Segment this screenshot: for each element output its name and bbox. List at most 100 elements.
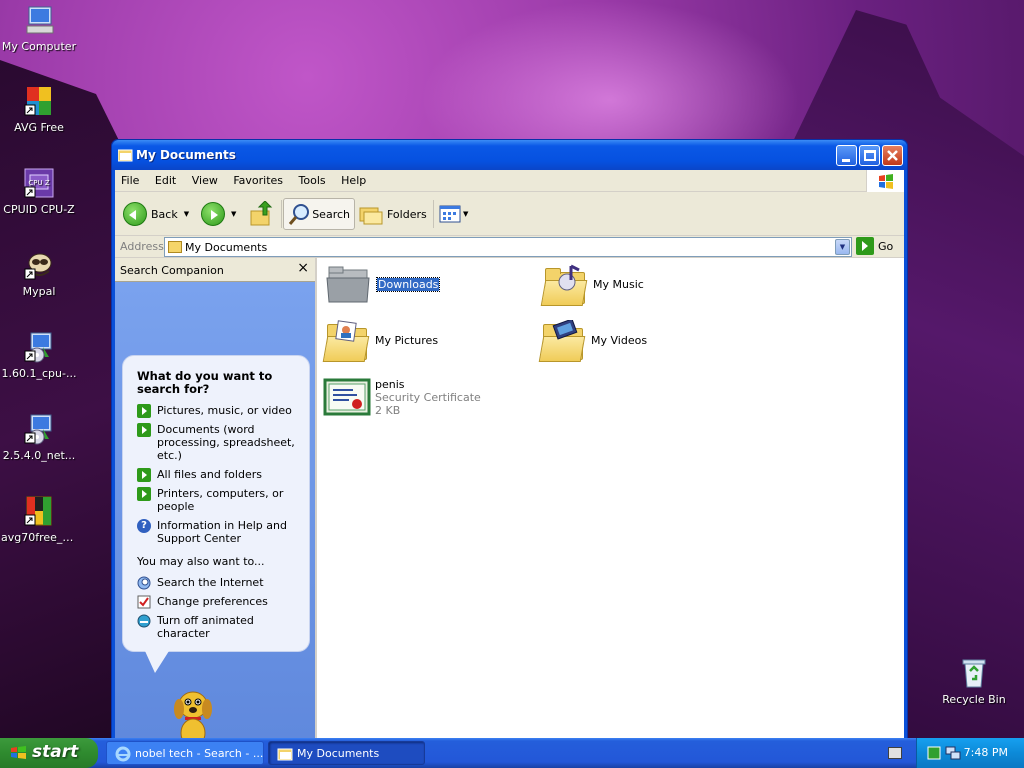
file-size: 2 KB [375, 404, 401, 417]
turn-off-character-link[interactable]: Turn off animated character [137, 614, 297, 640]
system-tray: 7:48 PM [916, 738, 1024, 768]
file-item-label: My Music [593, 278, 644, 291]
close-icon[interactable]: × [297, 260, 309, 276]
search-option-help[interactable]: ? Information in Help and Support Center [137, 519, 297, 545]
cpuz-badge-text: CPU Z [28, 179, 49, 187]
pictures-folder-icon [322, 320, 371, 364]
desktop-icon-mypal[interactable]: Mypal [1, 249, 77, 298]
taskbar-item-my-documents[interactable]: My Documents [268, 741, 425, 765]
folders-button[interactable]: Folders [359, 198, 427, 230]
file-item-certificate[interactable]: penis Security Certificate 2 KB [323, 376, 481, 420]
videos-folder-icon [538, 320, 587, 364]
desktop-icon-label: Mypal [22, 285, 56, 298]
address-input[interactable]: My Documents ▼ [164, 237, 852, 257]
up-folder-button[interactable] [249, 198, 275, 230]
my-documents-window[interactable]: My Documents File Edit View Favorites To… [111, 139, 908, 754]
file-item-label: My Pictures [375, 334, 439, 347]
installer-icon [23, 413, 55, 445]
menu-favorites[interactable]: Favorites [227, 170, 289, 187]
desktop-icon-recycle-bin[interactable]: Recycle Bin [936, 657, 1012, 706]
file-item-my-videos[interactable]: My Videos [538, 320, 647, 364]
go-label: Go [878, 239, 894, 253]
installer-icon [23, 331, 55, 363]
search-option-label: Information in Help and Support Center [157, 519, 287, 545]
desktop-icon-net-installer[interactable]: 2.5.4.0_net... [1, 413, 77, 462]
menu-tools[interactable]: Tools [293, 170, 332, 187]
desktop-icon-label: My Computer [1, 40, 77, 53]
internet-explorer-icon [115, 746, 131, 762]
taskbar-item-label: My Documents [297, 747, 380, 760]
avg-installer-icon [23, 495, 55, 527]
taskbar-item-browser[interactable]: nobel tech - Search - ... [106, 741, 264, 765]
file-type: Security Certificate [375, 391, 481, 404]
search-option-media[interactable]: Pictures, music, or video [137, 404, 297, 418]
start-button[interactable]: start [0, 738, 98, 768]
folder-icon [168, 241, 182, 253]
search-option-all-files[interactable]: All files and folders [137, 468, 297, 482]
search-companion-title: Search Companion [120, 264, 224, 277]
cpuz-icon: CPU Z [23, 167, 55, 199]
also-option-label: Change preferences [157, 595, 268, 608]
desktop-icon-my-computer[interactable]: My Computer [1, 4, 77, 53]
desktop-icon-cpuz[interactable]: CPU Z CPUID CPU-Z [1, 167, 77, 216]
desktop-icon-avg-free[interactable]: AVG Free [1, 85, 77, 134]
search-companion-pane: Search Companion × What do you want to s… [115, 258, 315, 754]
desktop-icon-avg-installer[interactable]: avg70free_2... [1, 495, 77, 544]
file-item-my-pictures[interactable]: My Pictures [322, 320, 439, 364]
arrow-right-icon [137, 468, 151, 482]
menu-edit[interactable]: Edit [149, 170, 182, 187]
avg-tray-icon[interactable] [927, 746, 941, 760]
file-item-label: penis [375, 378, 405, 391]
go-arrow-icon [856, 237, 874, 255]
help-icon: ? [137, 519, 151, 533]
chevron-down-icon[interactable]: ▼ [463, 210, 468, 218]
window-title: My Documents [136, 148, 236, 162]
forward-button[interactable]: ▼ [201, 198, 236, 230]
address-dropdown-button[interactable]: ▼ [835, 239, 850, 255]
search-option-printers[interactable]: Printers, computers, or people [137, 487, 297, 513]
views-button[interactable]: ▼ [439, 198, 468, 230]
search-option-label: All files and folders [157, 468, 262, 481]
keyboard-icon[interactable] [888, 747, 902, 759]
clock[interactable]: 7:48 PM [964, 746, 1008, 759]
recycle-bin-icon [958, 657, 990, 689]
go-button[interactable]: Go [856, 237, 893, 255]
file-item-downloads[interactable]: Downloads [325, 264, 441, 308]
address-value: My Documents [185, 241, 268, 254]
title-bar[interactable]: My Documents [112, 140, 907, 170]
back-label: Back [151, 207, 178, 221]
maximize-button[interactable] [859, 145, 880, 166]
minimize-button[interactable] [836, 145, 857, 166]
menu-view[interactable]: View [186, 170, 224, 187]
desktop-icon-label: CPUID CPU-Z [3, 203, 75, 216]
network-icon[interactable] [945, 746, 961, 760]
computer-icon [23, 4, 55, 36]
toolbar: Back ▼ ▼ Search Folders ▼ [115, 192, 904, 236]
back-arrow-icon [123, 202, 147, 226]
certificate-icon [323, 376, 371, 420]
search-internet-icon [137, 576, 151, 590]
forward-arrow-icon [201, 202, 225, 226]
back-button[interactable]: Back ▼ [123, 198, 189, 230]
search-icon [288, 204, 309, 225]
menu-help[interactable]: Help [335, 170, 372, 187]
mypal-icon [23, 249, 55, 281]
folder-icon [277, 748, 293, 761]
search-internet-link[interactable]: Search the Internet [137, 576, 297, 590]
file-item-label: Downloads [375, 277, 441, 292]
change-preferences-link[interactable]: Change preferences [137, 595, 297, 609]
search-option-documents[interactable]: Documents (word processing, spreadsheet,… [137, 423, 297, 462]
windows-logo-icon [866, 170, 904, 192]
arrow-right-icon [137, 404, 151, 418]
chevron-down-icon[interactable]: ▼ [231, 210, 236, 218]
search-button[interactable]: Search [283, 198, 355, 230]
menu-file[interactable]: File [115, 170, 145, 187]
search-balloon: What do you want to search for? Pictures… [122, 355, 310, 673]
close-button[interactable] [882, 145, 903, 166]
search-option-label: Documents (word processing, spreadsheet,… [157, 423, 295, 462]
desktop-icon-cpu-installer[interactable]: 1.60.1_cpu-... [1, 331, 77, 380]
file-item-my-music[interactable]: My Music [540, 264, 644, 308]
chevron-down-icon[interactable]: ▼ [184, 210, 189, 218]
search-option-label: Pictures, music, or video [157, 404, 292, 417]
menu-bar: File Edit View Favorites Tools Help [115, 170, 904, 192]
